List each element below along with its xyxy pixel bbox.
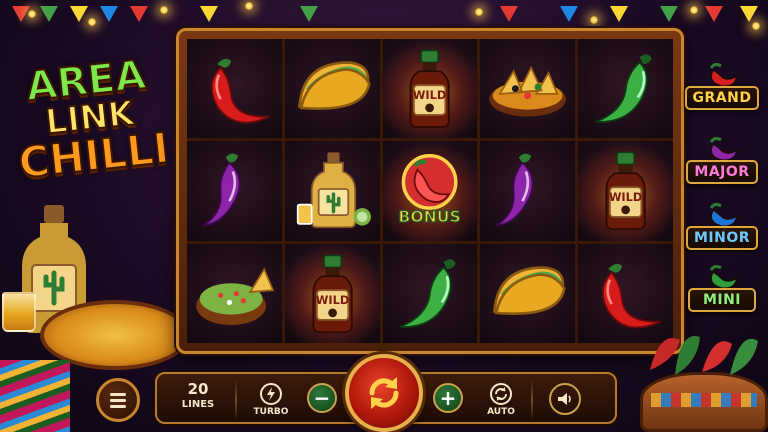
wild-symbol-icon: WILD <box>312 254 353 333</box>
nachos-symbol-icon <box>489 65 567 117</box>
green-chili-symbol-icon <box>595 54 652 123</box>
lines-display[interactable]: 20 LINES <box>167 380 229 420</box>
lightning-icon <box>260 383 282 405</box>
wild-symbol-icon: WILD <box>605 151 646 231</box>
reel-cell-green-chili <box>578 39 673 139</box>
guacamole-symbol-icon <box>196 266 275 325</box>
reel-cell-taco <box>480 243 576 343</box>
auto-label: AUTO <box>487 407 515 417</box>
sound-button[interactable] <box>549 383 581 415</box>
jackpot-minor: MINOR <box>684 196 760 250</box>
green-chili-symbol-icon <box>400 258 457 328</box>
lines-value: 20 <box>187 380 209 398</box>
jackpot-label: MINI <box>688 288 756 312</box>
chili-pile-decor <box>650 336 758 375</box>
reel-cell-taco <box>284 39 380 139</box>
reel-cell-purple-chili <box>187 141 282 241</box>
wild-label: WILD <box>316 293 349 307</box>
jackpot-major: MAJOR <box>684 130 760 184</box>
reel-cell-bonus: BONUS <box>382 141 478 241</box>
serape-blanket-decor <box>0 360 70 432</box>
chili-icon <box>709 62 739 88</box>
taco-symbol-icon <box>297 61 371 110</box>
jackpot-mini: MINI <box>684 258 760 312</box>
bonus-label: BONUS <box>399 207 461 226</box>
wild-label: WILD <box>413 88 446 102</box>
wild-symbol-icon: WILD <box>409 49 451 128</box>
spin-button[interactable] <box>345 354 423 432</box>
reel-cell-wild: WILD <box>382 39 478 139</box>
reel-cell-red-chili <box>187 39 282 139</box>
reel-cell-green-chili <box>382 243 478 343</box>
speaker-icon <box>558 393 571 405</box>
jackpot-label: MINOR <box>685 226 759 250</box>
game-logo: AREA LINK CHILLI <box>0 36 181 203</box>
auto-button[interactable]: AUTO <box>479 378 523 422</box>
jackpot-grand: GRAND <box>684 56 760 110</box>
autoplay-icon <box>490 383 512 405</box>
logo-line-3: CHILLI <box>15 122 172 188</box>
chili-pot-decor <box>640 372 768 432</box>
taco-symbol-icon <box>493 265 566 315</box>
reel-cell-tequila <box>284 141 380 241</box>
shot-glass-decor <box>2 292 36 332</box>
reel-cell-guacamole <box>187 243 282 343</box>
turbo-button[interactable]: TURBO <box>249 378 293 422</box>
spin-arrows-icon <box>369 377 399 409</box>
chili-icon <box>709 136 739 162</box>
purple-chili-symbol-icon <box>202 153 241 227</box>
tequila-symbol-icon <box>296 152 371 229</box>
reels-grid: WILD BONUS WILD WILD <box>187 39 673 343</box>
lines-label: LINES <box>181 399 215 410</box>
chili-icon <box>709 264 739 290</box>
reel-cell-wild: WILD <box>284 243 380 343</box>
turbo-label: TURBO <box>253 407 289 417</box>
reel-cell-nachos <box>480 39 576 139</box>
purple-chili-symbol-icon <box>495 153 534 227</box>
reel-cell-purple-chili <box>480 141 576 241</box>
jackpot-label: MAJOR <box>686 160 758 184</box>
bonus-symbol-icon: BONUS <box>398 154 462 227</box>
bet-plus-button[interactable]: + <box>433 383 463 413</box>
chili-icon <box>709 202 739 228</box>
bet-minus-button[interactable]: − <box>307 383 337 413</box>
menu-button[interactable] <box>96 378 140 422</box>
reels-frame: WILD BONUS WILD WILD <box>176 28 684 354</box>
jackpot-label: GRAND <box>684 86 760 110</box>
red-chili-symbol-icon <box>210 58 270 124</box>
reel-cell-wild: WILD <box>578 141 673 241</box>
wild-label: WILD <box>609 190 642 204</box>
